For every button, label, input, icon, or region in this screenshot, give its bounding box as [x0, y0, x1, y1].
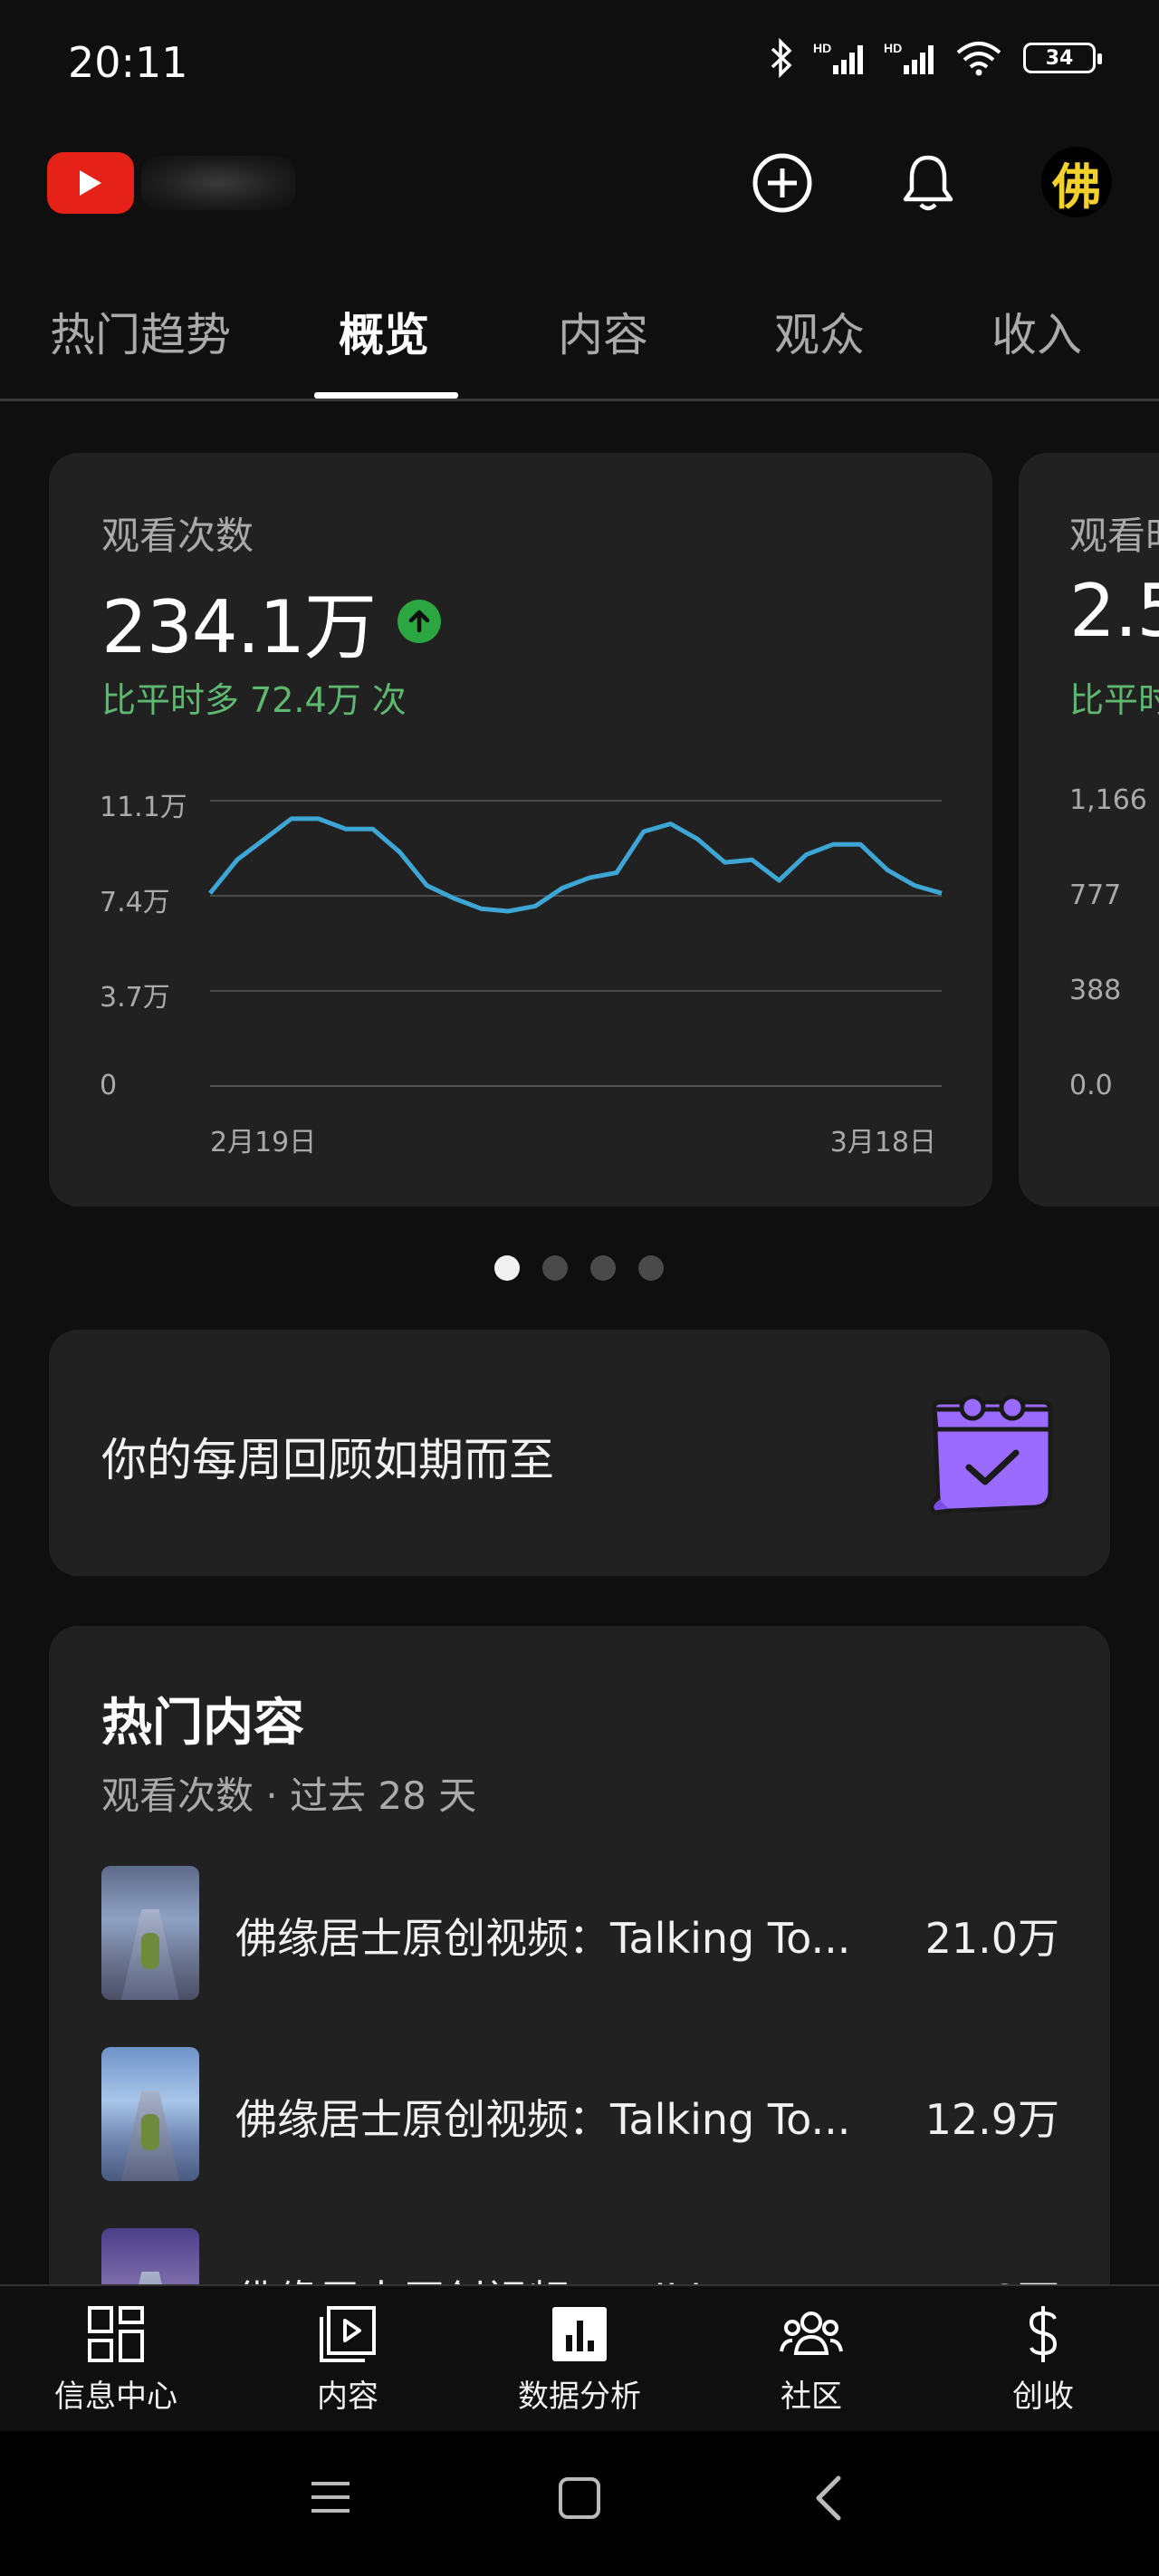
- back-icon[interactable]: [809, 2475, 846, 2522]
- signal-1-icon: HD: [813, 41, 863, 74]
- tab-audience[interactable]: 观众: [774, 299, 865, 364]
- y-tick-label: 1,166: [1069, 784, 1147, 816]
- add-circle-icon: [752, 153, 812, 213]
- home-icon[interactable]: [556, 2475, 603, 2522]
- status-time: 20:11: [68, 38, 188, 87]
- nav-analytics[interactable]: 数据分析: [489, 2304, 670, 2416]
- nav-label: 内容: [317, 2379, 378, 2415]
- nav-earn[interactable]: 创收: [953, 2304, 1134, 2416]
- active-tab-indicator: [314, 392, 458, 399]
- notifications-button[interactable]: [896, 150, 961, 216]
- watch-time-metric-card[interactable]: 观看时 2.5 比平时 1,166 777 388 0.0: [1019, 453, 1159, 1206]
- studio-wordmark: [141, 156, 295, 210]
- metric-label: 观看时: [1069, 514, 1159, 558]
- nav-label: 创收: [1012, 2379, 1074, 2415]
- bottom-navigation: 信息中心 内容 数据分析 社区 创收: [0, 2284, 1159, 2433]
- youtube-logo-icon[interactable]: [47, 152, 134, 214]
- content-icon: [320, 2306, 376, 2362]
- calendar-check-icon: [929, 1394, 1053, 1515]
- y-tick-label: 388: [1069, 975, 1122, 1006]
- nav-content[interactable]: 内容: [257, 2304, 438, 2416]
- menu-icon[interactable]: [308, 2475, 353, 2520]
- carousel-indicator: [494, 1255, 664, 1281]
- avatar[interactable]: 佛: [1041, 147, 1112, 217]
- carousel-dot[interactable]: [542, 1255, 568, 1281]
- list-item[interactable]: 佛缘居士原创视频：Talking To... 21.0万: [101, 1866, 1059, 2002]
- tab-revenue[interactable]: 收入: [991, 299, 1082, 364]
- create-button[interactable]: [750, 150, 815, 216]
- weekly-recap-text: 你的每周回顾如期而至: [101, 1434, 554, 1486]
- metric-value: 2.5: [1069, 569, 1159, 653]
- signal-2-icon: HD: [884, 41, 934, 74]
- tab-content[interactable]: 内容: [558, 299, 648, 364]
- community-icon: [780, 2312, 843, 2355]
- video-thumbnail: [101, 2047, 199, 2181]
- tab-bar: 热门趋势 概览 内容 观众 收入: [0, 272, 1159, 401]
- top-content-title: 热门内容: [101, 1694, 304, 1753]
- carousel-dot[interactable]: [494, 1255, 520, 1281]
- tab-overview[interactable]: 概览: [339, 299, 429, 364]
- analytics-icon: [552, 2307, 607, 2361]
- video-views: 21.0万: [924, 1914, 1059, 1963]
- video-title: 佛缘居士原创视频：Talking To...: [235, 1914, 851, 1963]
- battery-indicator: 34: [1023, 43, 1102, 73]
- nav-label: 信息中心: [54, 2379, 177, 2415]
- y-tick-label: 0.0: [1069, 1070, 1113, 1101]
- carousel-dot[interactable]: [590, 1255, 616, 1281]
- system-nav-bar: [0, 2431, 1159, 2576]
- views-metric-card[interactable]: 观看次数 234.1万 比平时多 72.4万 次 11.1万 7.4万 3.7万…: [49, 453, 992, 1206]
- x-start-label: 2月19日: [210, 1127, 317, 1158]
- nav-dashboard[interactable]: 信息中心: [25, 2304, 206, 2416]
- top-content-card: 热门内容 观看次数 · 过去 28 天 佛缘居士原创视频：Talking To.…: [49, 1626, 1110, 2362]
- metric-delta: 比平时: [1069, 680, 1159, 720]
- video-thumbnail: [101, 1866, 199, 2000]
- nav-label: 数据分析: [518, 2379, 641, 2415]
- bluetooth-icon: [771, 38, 792, 78]
- weekly-recap-card[interactable]: 你的每周回顾如期而至: [49, 1330, 1110, 1576]
- tab-trending[interactable]: 热门趋势: [50, 299, 231, 364]
- bell-icon: [903, 155, 953, 211]
- y-tick-label: 777: [1069, 879, 1122, 911]
- video-views: 12.9万: [924, 2095, 1059, 2144]
- carousel-dot[interactable]: [638, 1255, 664, 1281]
- svg-text:HD: HD: [813, 41, 831, 55]
- series-line: [208, 816, 943, 914]
- nav-label: 社区: [781, 2379, 842, 2415]
- list-item[interactable]: 佛缘居士原创视频：Talking To... 12.9万: [101, 2047, 1059, 2183]
- status-icons: HD HD 34: [770, 38, 1102, 78]
- top-content-subtitle: 观看次数 · 过去 28 天: [101, 1773, 477, 1818]
- views-line-chart: [208, 800, 943, 1087]
- dashboard-icon: [88, 2306, 144, 2362]
- video-title: 佛缘居士原创视频：Talking To...: [235, 2095, 851, 2144]
- svg-text:HD: HD: [884, 41, 902, 55]
- wifi-icon: [956, 42, 1001, 76]
- x-end-label: 3月18日: [829, 1127, 936, 1158]
- nav-community[interactable]: 社区: [721, 2304, 902, 2416]
- dollar-icon: [1029, 2306, 1058, 2362]
